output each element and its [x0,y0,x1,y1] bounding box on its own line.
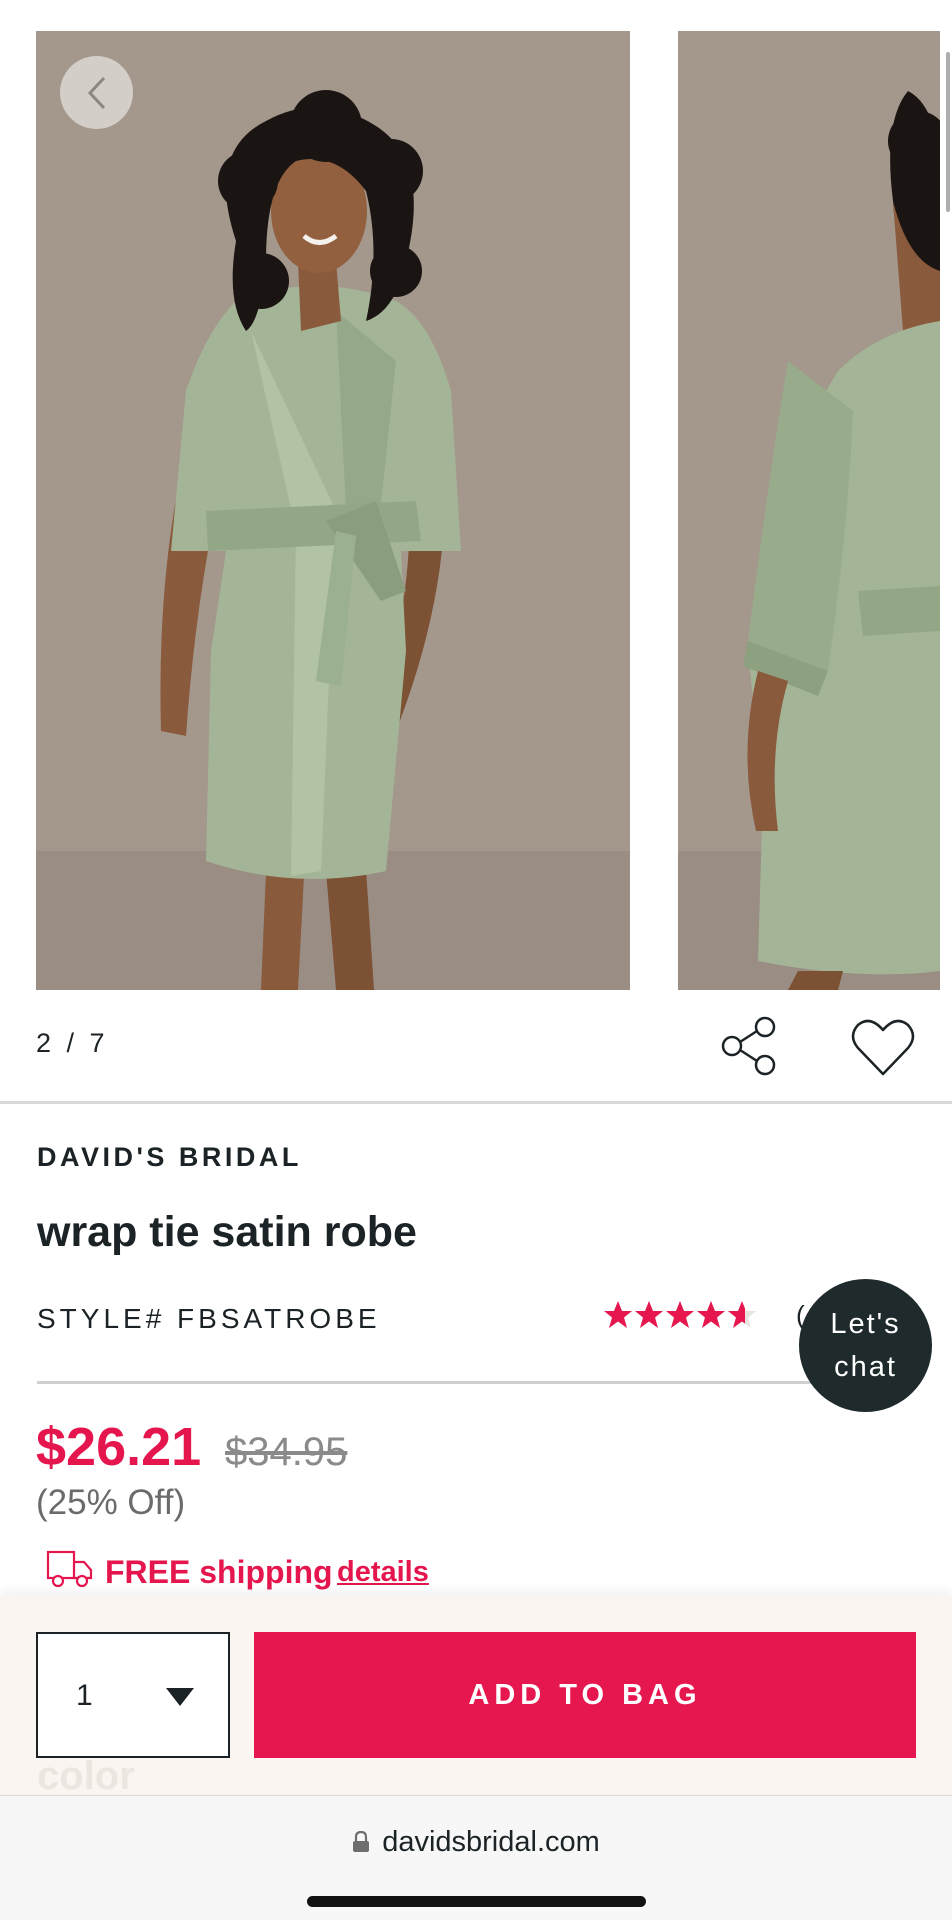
model-photo-robe [36,31,630,990]
free-shipping-label: FREE shipping [105,1554,333,1590]
share-icon[interactable] [718,1015,780,1077]
star-icon [697,1301,725,1328]
brand-name[interactable]: DAVID'S BRIDAL [37,1142,302,1173]
url-text: davidsbridal.com [382,1825,600,1858]
lock-icon [353,1831,370,1852]
quantity-select[interactable]: 1 [36,1632,230,1758]
color-section-label: color [37,1754,135,1795]
shipping-truck-icon [46,1550,93,1588]
product-image-main[interactable] [36,31,630,990]
chat-label-line2: chat [834,1350,897,1383]
url-display[interactable]: davidsbridal.com [0,1796,952,1888]
gallery-scrollbar[interactable] [946,52,950,212]
section-divider [0,1101,952,1104]
gallery-prev-button[interactable] [60,56,133,129]
chat-button[interactable]: Let's chat [799,1279,932,1412]
star-icon [604,1301,632,1328]
rating-stars[interactable] [603,1300,757,1330]
star-icon [728,1301,756,1328]
product-gallery[interactable] [0,0,952,990]
chevron-left-icon [87,76,105,109]
original-price: $34.95 [225,1430,348,1474]
heart-icon[interactable] [850,1016,916,1078]
quantity-value: 1 [76,1679,93,1712]
sale-price: $26.21 [36,1417,202,1477]
star-icon [635,1301,663,1328]
shipping-details-link[interactable]: details [337,1556,429,1589]
star-icon [666,1301,694,1328]
style-number: STYLE# FBSATROBE [37,1303,381,1334]
discount-label: (25% Off) [36,1483,186,1522]
home-indicator[interactable] [307,1896,646,1907]
caret-down-icon [166,1688,194,1706]
add-to-bag-button[interactable]: ADD TO BAG [254,1632,916,1758]
browser-address-bar: davidsbridal.com [0,1795,952,1920]
section-divider [37,1381,917,1384]
sticky-purchase-bar: color 1 ADD TO BAG [0,1595,952,1795]
chat-label-line1: Let's [830,1308,901,1341]
gallery-pager: 2 / 7 [36,1028,109,1058]
model-photo-robe-side [678,31,940,990]
product-image-next[interactable] [678,31,940,990]
product-title: wrap tie satin robe [37,1208,417,1256]
